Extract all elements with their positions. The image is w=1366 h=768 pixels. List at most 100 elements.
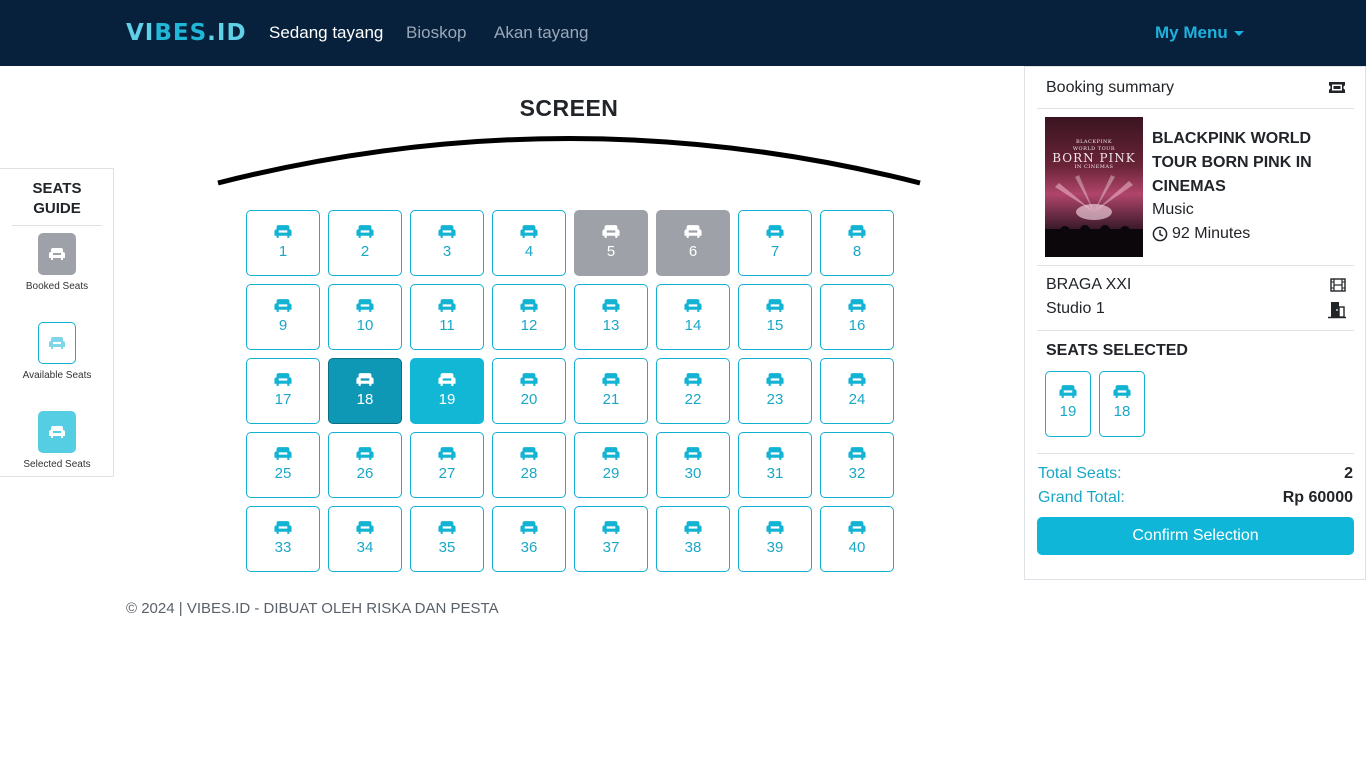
- seat-20[interactable]: 20: [492, 358, 566, 424]
- seats-selected-title: SEATS SELECTED: [1046, 342, 1188, 359]
- seat-40[interactable]: 40: [820, 506, 894, 572]
- divider: [1037, 453, 1354, 454]
- seat-number: 20: [520, 391, 538, 408]
- seat-number: 3: [442, 243, 452, 260]
- seat-25[interactable]: 25: [246, 432, 320, 498]
- seat-33[interactable]: 33: [246, 506, 320, 572]
- seat-37[interactable]: 37: [574, 506, 648, 572]
- seat-19[interactable]: 19: [410, 358, 484, 424]
- seat-number: 5: [606, 243, 616, 260]
- seat-18[interactable]: 18: [328, 358, 402, 424]
- seat-9[interactable]: 9: [246, 284, 320, 350]
- seat-22[interactable]: 22: [656, 358, 730, 424]
- seat-number: 21: [602, 391, 620, 408]
- sofa-icon: [602, 225, 620, 238]
- sofa-icon: [766, 299, 784, 312]
- seat-30[interactable]: 30: [656, 432, 730, 498]
- seat-10[interactable]: 10: [328, 284, 402, 350]
- seat-13[interactable]: 13: [574, 284, 648, 350]
- seat-number: 30: [684, 465, 702, 482]
- seat-2[interactable]: 2: [328, 210, 402, 276]
- seat-number: 18: [356, 391, 374, 408]
- seat-number: 27: [438, 465, 456, 482]
- seat-3[interactable]: 3: [410, 210, 484, 276]
- nav-bioskop[interactable]: Bioskop: [406, 23, 466, 43]
- sofa-icon: [766, 521, 784, 534]
- movie-title: BLACKPINK WORLD TOUR BORN PINK IN CINEMA…: [1152, 130, 1312, 195]
- seats-guide-title: SEATS GUIDE: [32, 180, 82, 217]
- seat-8[interactable]: 8: [820, 210, 894, 276]
- sofa-icon: [602, 521, 620, 534]
- seat-16[interactable]: 16: [820, 284, 894, 350]
- selected-seat-18[interactable]: 18: [1099, 371, 1145, 437]
- sofa-icon: [684, 299, 702, 312]
- sofa-icon: [520, 521, 538, 534]
- seat-17[interactable]: 17: [246, 358, 320, 424]
- my-menu-label: My Menu: [1155, 23, 1228, 42]
- brand-part-2: BES: [154, 20, 208, 46]
- seats-guide: SEATS GUIDE Booked Seats Available Seats…: [0, 168, 114, 477]
- seat-21[interactable]: 21: [574, 358, 648, 424]
- seat-number: 22: [684, 391, 702, 408]
- film-icon: [1330, 278, 1346, 292]
- sofa-icon: [438, 225, 456, 238]
- seat-32[interactable]: 32: [820, 432, 894, 498]
- seat-14[interactable]: 14: [656, 284, 730, 350]
- sofa-icon: [274, 299, 292, 312]
- confirm-selection-button[interactable]: Confirm Selection: [1037, 517, 1354, 555]
- sofa-icon: [49, 337, 65, 349]
- sofa-icon: [848, 299, 866, 312]
- seat-number: 4: [524, 243, 534, 260]
- sofa-icon: [438, 521, 456, 534]
- seat-number: 7: [770, 243, 780, 260]
- sofa-icon: [684, 521, 702, 534]
- seat-1[interactable]: 1: [246, 210, 320, 276]
- seat-24[interactable]: 24: [820, 358, 894, 424]
- seat-36[interactable]: 36: [492, 506, 566, 572]
- seat-35[interactable]: 35: [410, 506, 484, 572]
- seat-number: 34: [356, 539, 374, 556]
- seat-12[interactable]: 12: [492, 284, 566, 350]
- seat-39[interactable]: 39: [738, 506, 812, 572]
- sofa-icon: [520, 225, 538, 238]
- sofa-icon: [848, 447, 866, 460]
- seat-23[interactable]: 23: [738, 358, 812, 424]
- seat-6: 6: [656, 210, 730, 276]
- selected-seat-number: 18: [1113, 403, 1131, 420]
- seat-number: 2: [360, 243, 370, 260]
- seat-27[interactable]: 27: [410, 432, 484, 498]
- seat-26[interactable]: 26: [328, 432, 402, 498]
- seat-7[interactable]: 7: [738, 210, 812, 276]
- selected-seat-number: 19: [1059, 403, 1077, 420]
- sofa-icon: [684, 447, 702, 460]
- nav-sedang-tayang[interactable]: Sedang tayang: [269, 23, 383, 43]
- nav-akan-tayang[interactable]: Akan tayang: [494, 23, 589, 43]
- seat-15[interactable]: 15: [738, 284, 812, 350]
- seat-number: 40: [848, 539, 866, 556]
- seat-31[interactable]: 31: [738, 432, 812, 498]
- my-menu-dropdown[interactable]: My Menu: [1155, 23, 1244, 43]
- seat-number: 38: [684, 539, 702, 556]
- sofa-icon: [274, 373, 292, 386]
- seat-number: 24: [848, 391, 866, 408]
- seat-38[interactable]: 38: [656, 506, 730, 572]
- seat-34[interactable]: 34: [328, 506, 402, 572]
- seat-number: 12: [520, 317, 538, 334]
- sofa-icon: [520, 373, 538, 386]
- seat-5: 5: [574, 210, 648, 276]
- seat-number: 31: [766, 465, 784, 482]
- navbar: VIBES.ID Sedang tayang Bioskop Akan taya…: [0, 0, 1366, 66]
- sofa-icon: [602, 447, 620, 460]
- booking-summary-title: Booking summary: [1046, 79, 1175, 96]
- seat-4[interactable]: 4: [492, 210, 566, 276]
- seat-29[interactable]: 29: [574, 432, 648, 498]
- seat-28[interactable]: 28: [492, 432, 566, 498]
- seat-11[interactable]: 11: [410, 284, 484, 350]
- brand-logo[interactable]: VIBES.ID: [126, 20, 247, 46]
- sofa-icon: [356, 521, 374, 534]
- grand-total-label: Grand Total:: [1038, 489, 1125, 506]
- sofa-icon: [1113, 385, 1131, 398]
- selected-seat-19[interactable]: 19: [1045, 371, 1091, 437]
- ticket-icon: [1329, 82, 1345, 93]
- total-seats-value: 2: [1344, 465, 1353, 482]
